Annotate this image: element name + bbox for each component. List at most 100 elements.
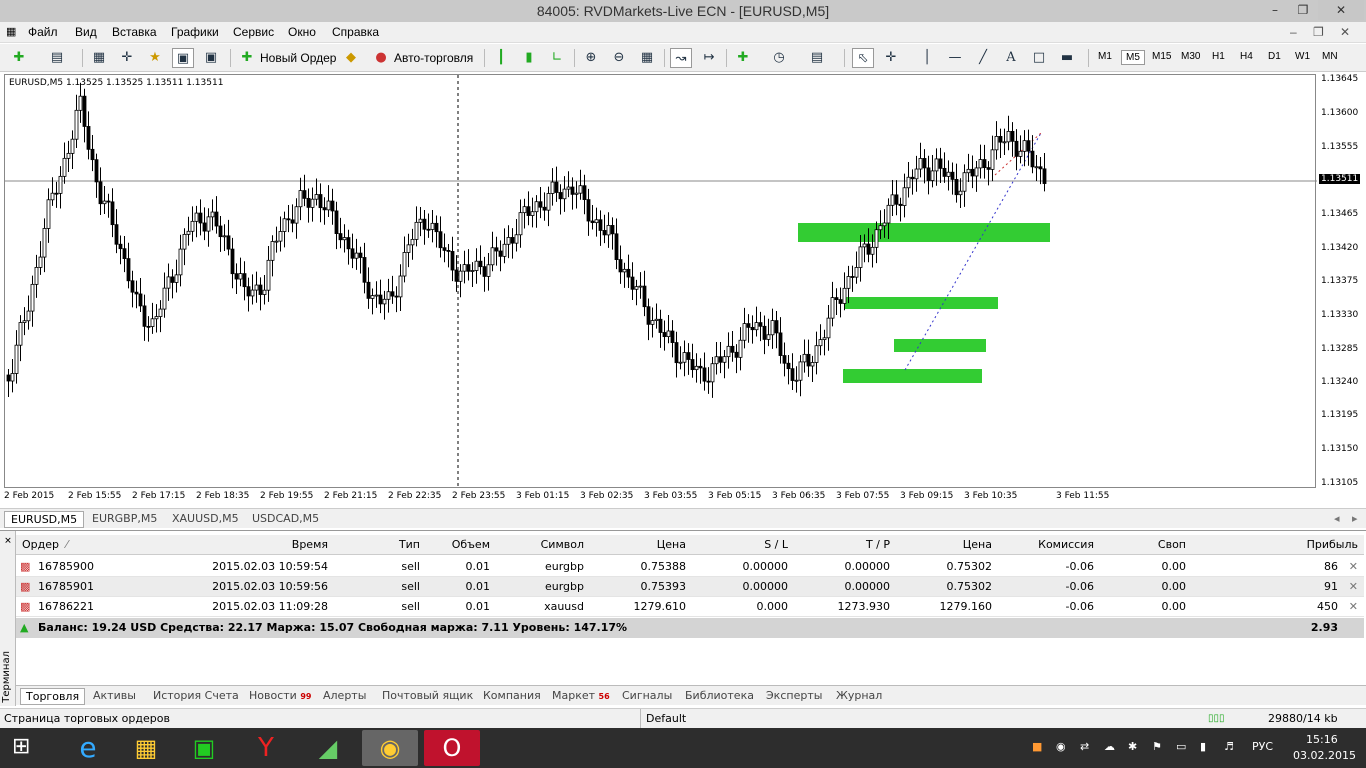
navigator-icon[interactable]: ★ — [144, 48, 166, 68]
menu-charts[interactable]: Графики — [171, 25, 219, 39]
tab-account-history[interactable]: История Счета — [148, 688, 244, 703]
tf-m1[interactable]: M1 — [1094, 50, 1116, 63]
close-order-icon[interactable]: ✕ — [1349, 580, 1358, 593]
tab-scroll-left-icon[interactable]: ◂ — [1334, 512, 1340, 525]
tab-trade[interactable]: Торговля — [20, 688, 86, 705]
language-indicator[interactable]: РУС — [1252, 740, 1273, 753]
tab-mailbox[interactable]: Почтовый ящик — [377, 688, 478, 703]
strategy-tester-icon[interactable]: ▣ — [200, 48, 222, 68]
child-minimize-button[interactable]: – — [1290, 25, 1297, 39]
col-profit[interactable]: Прибыль — [1307, 538, 1358, 551]
crosshair-icon[interactable]: ✛ — [116, 48, 138, 68]
chart-shift-icon[interactable]: ↦ — [698, 48, 720, 68]
profiles-icon[interactable]: ▤ — [46, 48, 68, 68]
terminal-icon[interactable]: ▣ — [172, 48, 194, 68]
status-profile[interactable]: Default — [646, 712, 686, 725]
display-icon[interactable]: ▭ — [1176, 740, 1186, 753]
tf-h4[interactable]: H4 — [1236, 50, 1257, 63]
app-menu-icon[interactable]: ▦ — [6, 25, 16, 38]
col-price[interactable]: Цена — [657, 538, 686, 551]
tray-app-icon[interactable]: ■ — [1032, 740, 1042, 753]
new-chart-icon[interactable]: ✚ — [8, 48, 30, 68]
chart-tab-usdcad[interactable]: USDCAD,M5 — [246, 511, 325, 526]
maximize-button[interactable]: ❐ — [1289, 0, 1317, 20]
menu-window[interactable]: Окно — [288, 25, 316, 39]
auto-trading-icon[interactable]: ● — [370, 48, 392, 68]
col-swap[interactable]: Своп — [1158, 538, 1186, 551]
app-icon[interactable]: ◢ — [300, 730, 356, 766]
tab-experts[interactable]: Эксперты — [761, 688, 827, 703]
vertical-line-icon[interactable]: │ — [916, 48, 938, 68]
order-row[interactable]: ▩ 16786221 2015.02.03 11:09:28 sell 0.01… — [16, 597, 1364, 617]
market-watch-icon[interactable]: ▦ — [88, 48, 110, 68]
bar-chart-icon[interactable]: ┃ — [490, 48, 512, 68]
tab-library[interactable]: Библиотека — [680, 688, 759, 703]
menu-insert[interactable]: Вставка — [112, 25, 157, 39]
line-chart-icon[interactable]: ∟ — [546, 48, 568, 68]
clock-date[interactable]: 03.02.2015 — [1293, 749, 1356, 762]
col-time[interactable]: Время — [292, 538, 328, 551]
new-order-button[interactable]: Новый Ордер — [260, 51, 336, 65]
tf-mn[interactable]: MN — [1318, 50, 1342, 63]
tf-m30[interactable]: M30 — [1177, 50, 1204, 63]
templates-icon[interactable]: ▤ — [806, 48, 828, 68]
tab-news[interactable]: Новости 99 — [244, 688, 316, 703]
text-label-icon[interactable]: □ — [1028, 48, 1050, 68]
price-chart[interactable]: EURUSD,M5 1.13525 1.13525 1.13511 1.1351… — [4, 74, 1317, 489]
chart-tab-eurgbp[interactable]: EURGBP,M5 — [86, 511, 163, 526]
order-row[interactable]: ▩ 16785900 2015.02.03 10:59:54 sell 0.01… — [16, 557, 1364, 577]
tray-cloud-icon[interactable]: ☁ — [1104, 740, 1115, 753]
tile-windows-icon[interactable]: ▦ — [636, 48, 658, 68]
candlestick-icon[interactable]: ▮ — [518, 48, 540, 68]
tf-m5[interactable]: M5 — [1121, 50, 1145, 65]
close-order-icon[interactable]: ✕ — [1349, 560, 1358, 573]
col-order[interactable]: Ордер — [22, 538, 59, 551]
trendline-icon[interactable]: ╱ — [972, 48, 994, 68]
zoom-out-icon[interactable]: ⊖ — [608, 48, 630, 68]
periods-icon[interactable]: ◷ — [768, 48, 790, 68]
arrows-icon[interactable]: ▬ — [1056, 48, 1078, 68]
volume-icon[interactable]: ♬ — [1224, 740, 1234, 753]
tray-network-icon[interactable]: ⇄ — [1080, 740, 1089, 753]
child-restore-button[interactable]: ❐ — [1313, 25, 1324, 39]
order-row[interactable]: ▩ 16785901 2015.02.03 10:59:56 sell 0.01… — [16, 577, 1364, 597]
tab-exposure[interactable]: Активы — [88, 688, 141, 703]
col-volume[interactable]: Объем — [452, 538, 490, 551]
zoom-in-icon[interactable]: ⊕ — [580, 48, 602, 68]
menu-file[interactable]: Файл — [28, 25, 58, 39]
cursor-icon[interactable]: ⬁ — [852, 48, 874, 68]
terminal-close-icon[interactable]: ✕ — [3, 534, 13, 544]
bluetooth-icon[interactable]: ✱ — [1128, 740, 1137, 753]
tf-h1[interactable]: H1 — [1208, 50, 1229, 63]
col-price-current[interactable]: Цена — [963, 538, 992, 551]
tab-market[interactable]: Маркет 56 — [547, 688, 615, 703]
clock-time[interactable]: 15:16 — [1306, 733, 1338, 746]
tab-alerts[interactable]: Алерты — [318, 688, 371, 703]
flag-icon[interactable]: ⚑ — [1152, 740, 1162, 753]
tf-d1[interactable]: D1 — [1264, 50, 1285, 63]
tf-w1[interactable]: W1 — [1291, 50, 1314, 63]
autoscroll-icon[interactable]: ↝ — [670, 48, 692, 68]
ie-icon[interactable]: e — [60, 730, 116, 766]
battery-icon[interactable]: ▮ — [1200, 740, 1206, 753]
tray-people-icon[interactable]: ◉ — [1056, 740, 1066, 753]
metaeditor-icon[interactable]: ◆ — [340, 48, 362, 68]
minimize-button[interactable]: – — [1261, 0, 1289, 20]
col-type[interactable]: Тип — [399, 538, 420, 551]
col-symbol[interactable]: Символ — [541, 538, 584, 551]
close-button[interactable]: ✕ — [1318, 0, 1364, 20]
explorer-icon[interactable]: ▦ — [118, 730, 174, 766]
tf-m15[interactable]: M15 — [1148, 50, 1175, 63]
child-close-button[interactable]: ✕ — [1340, 25, 1350, 39]
crosshair-tool-icon[interactable]: ✛ — [880, 48, 902, 68]
close-order-icon[interactable]: ✕ — [1349, 600, 1358, 613]
col-sl[interactable]: S / L — [764, 538, 788, 551]
tab-scroll-right-icon[interactable]: ▸ — [1352, 512, 1358, 525]
col-commission[interactable]: Комиссия — [1038, 538, 1094, 551]
chart-tab-xauusd[interactable]: XAUUSD,M5 — [166, 511, 245, 526]
menu-view[interactable]: Вид — [75, 25, 97, 39]
text-tool-icon[interactable]: A — [1000, 48, 1022, 68]
horizontal-line-icon[interactable]: — — [944, 48, 966, 68]
tab-company[interactable]: Компания — [478, 688, 546, 703]
tab-journal[interactable]: Журнал — [831, 688, 887, 703]
